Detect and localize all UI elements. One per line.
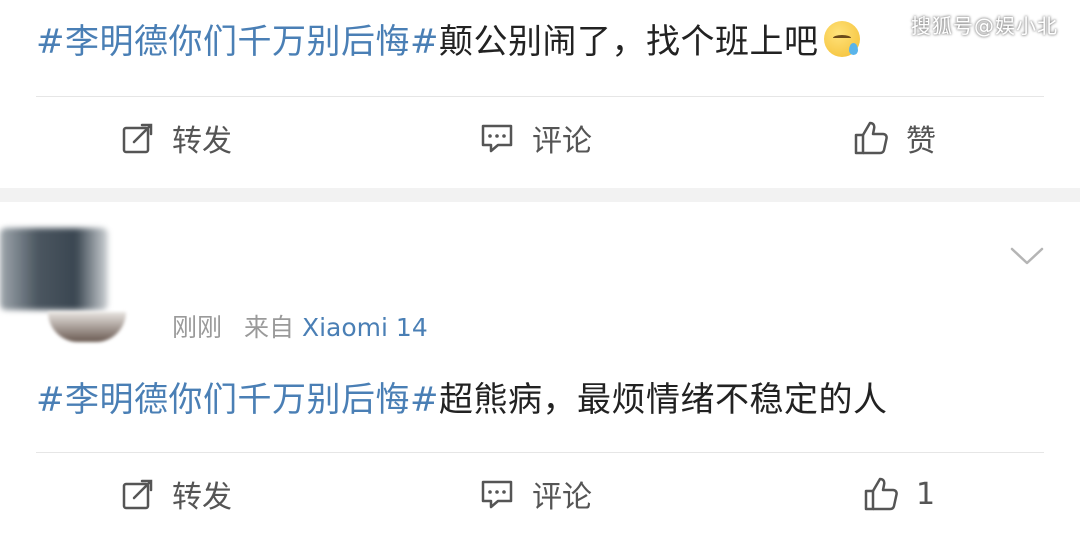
post-2-meta: 刚刚 来自 Xiaomi 14 <box>172 308 428 344</box>
comment-icon <box>481 124 513 153</box>
section-gap <box>0 188 1080 202</box>
post-1-body: 颠公别闹了，找个班上吧 <box>438 22 819 62</box>
repost-icon <box>122 123 153 154</box>
post-2-hashtag[interactable]: #李明德你们千万别后悔# <box>36 380 439 420</box>
repost-icon <box>122 479 153 510</box>
comment-label: 评论 <box>532 124 592 159</box>
post-2-text: #李明德你们千万别后悔#超熊病，最烦情绪不稳定的人 <box>36 372 887 421</box>
post-2-like-button[interactable]: 1 <box>862 464 935 524</box>
post-2-comment-button[interactable]: 评论 <box>478 464 592 524</box>
avatar[interactable] <box>0 228 108 310</box>
comment-label: 评论 <box>532 480 592 515</box>
avatar-image <box>48 312 126 342</box>
weibo-feed: 搜狐号@娱小北 #李明德你们千万别后悔#颠公别闹了，找个班上吧 转发 评论 赞 … <box>0 0 1080 540</box>
post-1-comment-button[interactable]: 评论 <box>478 108 592 168</box>
like-label: 赞 <box>906 124 936 159</box>
comment-icon <box>481 480 513 509</box>
divider <box>36 96 1044 97</box>
post-1-text: #李明德你们千万别后悔#颠公别闹了，找个班上吧 <box>36 14 861 63</box>
post-2-body: 超熊病，最烦情绪不稳定的人 <box>438 380 888 420</box>
device-link[interactable]: Xiaomi 14 <box>302 313 428 342</box>
repost-label: 转发 <box>172 480 232 515</box>
watermark: 搜狐号@娱小北 <box>911 14 1058 38</box>
source-prefix: 来自 <box>243 313 294 342</box>
post-1-action-bar: 转发 评论 赞 <box>0 108 1080 168</box>
thumbs-up-icon <box>854 121 888 155</box>
divider <box>36 452 1044 453</box>
post-1-like-button[interactable]: 赞 <box>852 108 936 168</box>
post-1-hashtag[interactable]: #李明德你们千万别后悔# <box>36 22 439 62</box>
anxious-sweat-face-icon <box>824 21 861 57</box>
like-count: 1 <box>916 476 936 512</box>
post-1-repost-button[interactable]: 转发 <box>120 108 232 168</box>
post-2-repost-button[interactable]: 转发 <box>120 464 232 524</box>
post-2-action-bar: 转发 评论 1 <box>0 464 1080 524</box>
thumbs-up-icon <box>864 477 898 511</box>
chevron-down-icon[interactable] <box>1010 246 1044 266</box>
post-time: 刚刚 <box>172 313 223 342</box>
repost-label: 转发 <box>172 124 232 159</box>
